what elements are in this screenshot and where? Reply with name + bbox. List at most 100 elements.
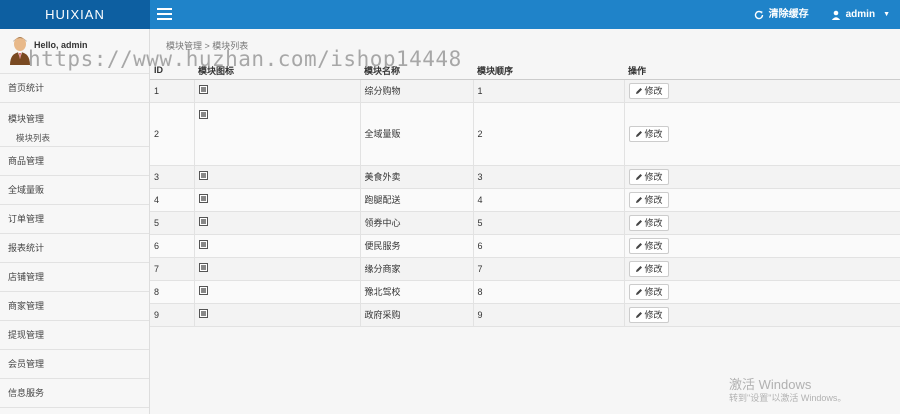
sidebar-item-orders[interactable]: 订单管理 [0,205,149,234]
url-watermark: https://www.huzhan.com/ishop14448 [28,47,462,71]
cell-id: 1 [150,79,195,103]
cell-icon [194,102,361,166]
cell-id: 6 [150,234,195,258]
cell-name: 美食外卖 [360,165,474,189]
column-header-order: 模块顺序 [473,62,624,80]
edit-button-label: 修改 [644,287,663,297]
sidebar-item-modules[interactable]: 模块管理 模块列表 [0,103,149,147]
edit-button[interactable]: 修改 [628,260,669,277]
sidebar-subitem-module-list[interactable]: 模块列表 [8,132,149,144]
menu-toggle-icon[interactable] [157,8,172,20]
broken-image-icon [198,194,208,203]
cell-order: 2 [473,102,625,166]
windows-activation-subtitle: 转到"设置"以激活 Windows。 [729,393,847,403]
cell-id: 9 [150,303,195,327]
top-navbar: HUIXIAN 清除缓存 admin ▼ [0,0,900,29]
sidebar-item-reports[interactable]: 报表统计 [0,234,149,263]
table-row: 1 综分购物 1 修改 [150,79,900,103]
caret-down-icon: ▼ [883,11,890,18]
pencil-icon [635,196,642,203]
pencil-icon [635,87,642,94]
cell-order: 8 [473,280,625,304]
pencil-icon [635,288,642,295]
sidebar-item-merchants[interactable]: 商家管理 [0,292,149,321]
cell-icon [194,165,361,189]
broken-image-icon [198,263,208,272]
cell-order: 7 [473,257,625,281]
cell-name: 领券中心 [360,211,474,235]
cell-order: 1 [473,79,625,103]
cell-id: 3 [150,165,195,189]
cell-order: 3 [473,165,625,189]
cell-icon [194,211,361,235]
cell-actions: 修改 [624,234,900,258]
table-row: 5 领券中心 5 修改 [150,211,900,235]
refresh-icon [754,10,763,19]
clear-cache-label: 清除缓存 [768,9,809,20]
pencil-icon [635,242,642,249]
cell-name: 便民服务 [360,234,474,258]
table-row: 4 跑腿配送 4 修改 [150,188,900,212]
sidebar-item-members[interactable]: 会员管理 [0,350,149,379]
sidebar: Hello, admin 首页统计 模块管理 模块列表 商品管理 全域量贩 订单… [0,29,150,414]
cell-actions: 修改 [624,257,900,281]
sidebar-item-label: 模块管理 [8,114,45,124]
cell-actions: 修改 [624,165,900,189]
cell-name: 跑腿配送 [360,188,474,212]
cell-order: 9 [473,303,625,327]
cell-icon [194,188,361,212]
edit-button-label: 修改 [644,172,663,182]
cell-name: 缘分商家 [360,257,474,281]
top-actions: 清除缓存 admin ▼ [754,0,890,29]
table-row: 7 缘分商家 7 修改 [150,257,900,281]
edit-button-label: 修改 [644,310,663,320]
cell-name: 豫北驾校 [360,280,474,304]
user-menu[interactable]: admin ▼ [831,0,890,29]
cell-actions: 修改 [624,211,900,235]
cell-icon [194,79,361,103]
sidebar-item-wholesale[interactable]: 全域量贩 [0,176,149,205]
edit-button[interactable]: 修改 [628,214,669,231]
pencil-icon [635,219,642,226]
edit-button[interactable]: 修改 [628,191,669,208]
cell-id: 7 [150,257,195,281]
cell-id: 5 [150,211,195,235]
clear-cache-button[interactable]: 清除缓存 [754,0,809,29]
edit-button-label: 修改 [644,264,663,274]
edit-button[interactable]: 修改 [628,237,669,254]
cell-icon [194,303,361,327]
cell-actions: 修改 [624,303,900,327]
edit-button-label: 修改 [644,195,663,205]
edit-button[interactable]: 修改 [628,283,669,300]
edit-button-label: 修改 [644,86,663,96]
user-name: admin [845,9,876,20]
cell-name: 全域量贩 [360,102,474,166]
sidebar-item-info-service[interactable]: 信息服务 [0,379,149,408]
pencil-icon [635,265,642,272]
sidebar-item-dashboard[interactable]: 首页统计 [0,74,149,103]
edit-button[interactable]: 修改 [628,82,669,99]
edit-button[interactable]: 修改 [628,168,669,185]
edit-button-label: 修改 [644,218,663,228]
pencil-icon [635,311,642,318]
cell-order: 4 [473,188,625,212]
cell-name: 政府采购 [360,303,474,327]
cell-order: 6 [473,234,625,258]
cell-icon [194,280,361,304]
edit-button[interactable]: 修改 [628,306,669,323]
module-table: ID 模块图标 模块名称 模块顺序 操作 1 综分购物 1 修改 2 全域量贩 2 修改 3 美食… [150,62,900,327]
pencil-icon [635,130,642,137]
broken-image-icon [198,217,208,226]
table-row: 9 政府采购 9 修改 [150,303,900,327]
user-icon [831,10,840,20]
sidebar-item-withdrawals[interactable]: 提现管理 [0,321,149,350]
cell-actions: 修改 [624,102,900,166]
cell-icon [194,257,361,281]
brand-logo[interactable]: HUIXIAN [0,0,150,29]
broken-image-icon [198,109,208,119]
sidebar-item-stores[interactable]: 店铺管理 [0,263,149,292]
broken-image-icon [198,240,208,249]
sidebar-item-products[interactable]: 商品管理 [0,147,149,176]
edit-button[interactable]: 修改 [628,125,669,142]
broken-image-icon [198,309,208,318]
